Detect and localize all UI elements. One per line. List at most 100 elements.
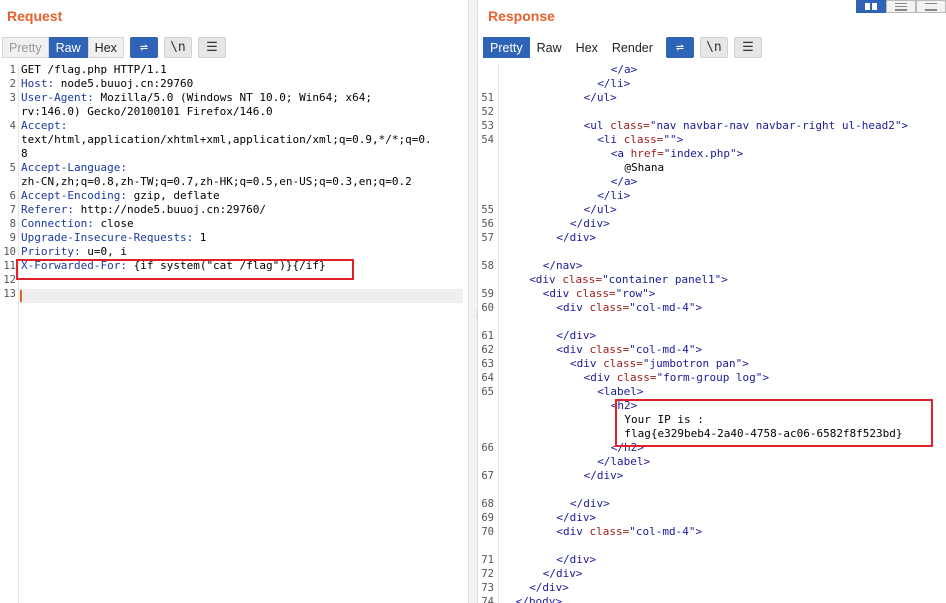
response-tab-pretty[interactable]: Pretty [483,37,530,58]
header-name: Upgrade-Insecure-Requests: [21,231,194,244]
newline-icon[interactable]: \n [163,37,192,58]
code-line: 13 [0,287,468,301]
markup-tag: > [762,371,770,384]
code-line: text/html,application/xhtml+xml,applicat… [0,133,468,147]
line-text: </div> [543,567,583,581]
markup-val: "row" [615,287,649,300]
line-text: </div> [570,217,610,231]
request-tab-pretty[interactable]: Pretty [2,37,49,58]
code-line: 58 </nav> [478,259,946,273]
line-number: 74 [481,596,494,603]
line-text: </nav> [543,259,583,273]
single-pane-layout-icon[interactable] [916,0,946,13]
code-line: 69 </div> [478,511,946,525]
line-text: </div> [584,469,624,483]
markup-tag: <label> [597,385,644,398]
line-number: 56 [481,218,494,230]
line-number: 70 [481,526,494,538]
code-line: 67 </div> [478,469,946,483]
line-number: 69 [481,512,494,524]
code-line: 1 GET /flag.php HTTP/1.1 [0,63,468,77]
response-tab-render[interactable]: Render [605,37,660,58]
stacked-layout-icon[interactable] [886,0,916,13]
markup-val: "" [663,133,677,146]
markup-tag: </div> [556,553,597,566]
request-tab-raw[interactable]: Raw [48,37,88,58]
response-pane: Response Pretty Raw Hex Render ⇌ \n ☰ </… [478,0,946,603]
header-name: Connection: [21,217,94,230]
line-number: 63 [481,358,494,370]
markup-attr: class= [616,371,657,384]
code-line: 55 </ul> [478,203,946,217]
menu-icon[interactable]: ☰ [733,37,762,58]
markup-attr: class= [610,119,650,132]
markup-val: "container panel1" [602,273,722,286]
markup-val: "form-group log" [656,371,763,384]
line-number: 53 [481,120,494,132]
markup-tag: > [695,343,703,356]
markup-tag: </div> [542,567,583,580]
divider-grip-icon[interactable]: ⋮ [473,311,481,328]
code-line: 74 </body> [478,595,946,603]
line-number: 11 [3,260,16,272]
wrap-icon[interactable]: ⇌ [665,37,694,58]
menu-icon[interactable]: ☰ [197,37,226,58]
line-number: 60 [481,302,494,314]
markup-attr: class= [603,357,643,370]
request-highlight-box [16,259,354,280]
line-number: 12 [3,274,16,286]
markup-tag: > [648,287,656,300]
line-text: <div class="col-md-4"> [556,525,702,539]
code-line: 61 </div> [478,329,946,343]
code-line: 6 Accept-Encoding: gzip, deflate [0,189,468,203]
markup-tag: > [695,525,703,538]
header-value: close [93,217,134,230]
markup-attr: href= [630,147,664,160]
header-value: 1 [193,231,207,244]
markup-tag: > [676,133,684,146]
line-text: </a> [611,63,638,77]
request-tab-hex[interactable]: Hex [87,37,124,58]
line-text: Upgrade-Insecure-Requests: 1 [21,231,206,245]
markup-tag: </body> [515,595,562,603]
line-text: <li class=""> [597,133,683,147]
code-line: 60 <div class="col-md-4"> [478,301,946,315]
markup-val: "col-md-4" [629,343,696,356]
line-text: </li> [597,77,630,91]
code-line: 53 <ul class="nav navbar-nav navbar-right… [478,119,946,133]
code-line: 72 </div> [478,567,946,581]
code-line: 9 Upgrade-Insecure-Requests: 1 [0,231,468,245]
line-number: 62 [481,344,494,356]
line-number: 6 [9,190,16,202]
code-line: 63 <div class="jumbotron pan"> [478,357,946,371]
code-line: 70 <div class="col-md-4"> [478,525,946,539]
code-line: </li> [478,189,946,203]
code-line: </a> [478,175,946,189]
line-text: Priority: u=0, i [21,245,127,259]
pane-divider[interactable] [468,0,478,603]
markup-attr: class= [589,525,630,538]
code-line: 51 </ul> [478,91,946,105]
wrap-icon[interactable]: ⇌ [129,37,158,58]
markup-tag: </div> [529,581,569,594]
response-tab-raw[interactable]: Raw [530,37,569,58]
line-number: 2 [9,78,16,90]
response-tab-hex[interactable]: Hex [569,37,605,58]
newline-icon[interactable]: \n [699,37,728,58]
line-number: 61 [481,330,494,342]
code-line: 68 </div> [478,497,946,511]
line-text: <div class="col-md-4"> [556,343,702,357]
line-number: 52 [481,106,494,118]
markup-val: "index.php" [663,147,737,160]
side-by-side-layout-icon[interactable] [856,0,886,13]
markup-attr: class= [589,301,630,314]
line-text: <ul class="nav navbar-nav navbar-right u… [584,119,909,133]
line-number: 4 [9,120,16,132]
markup-tag: <div [542,287,576,300]
line-text: <div class="row"> [543,287,656,301]
line-text: User-Agent: Mozilla/5.0 (Windows NT 10.0… [21,91,372,105]
text-node: @Shana [624,161,665,174]
line-number: 54 [481,134,494,146]
header-name: Referer: [21,203,74,216]
